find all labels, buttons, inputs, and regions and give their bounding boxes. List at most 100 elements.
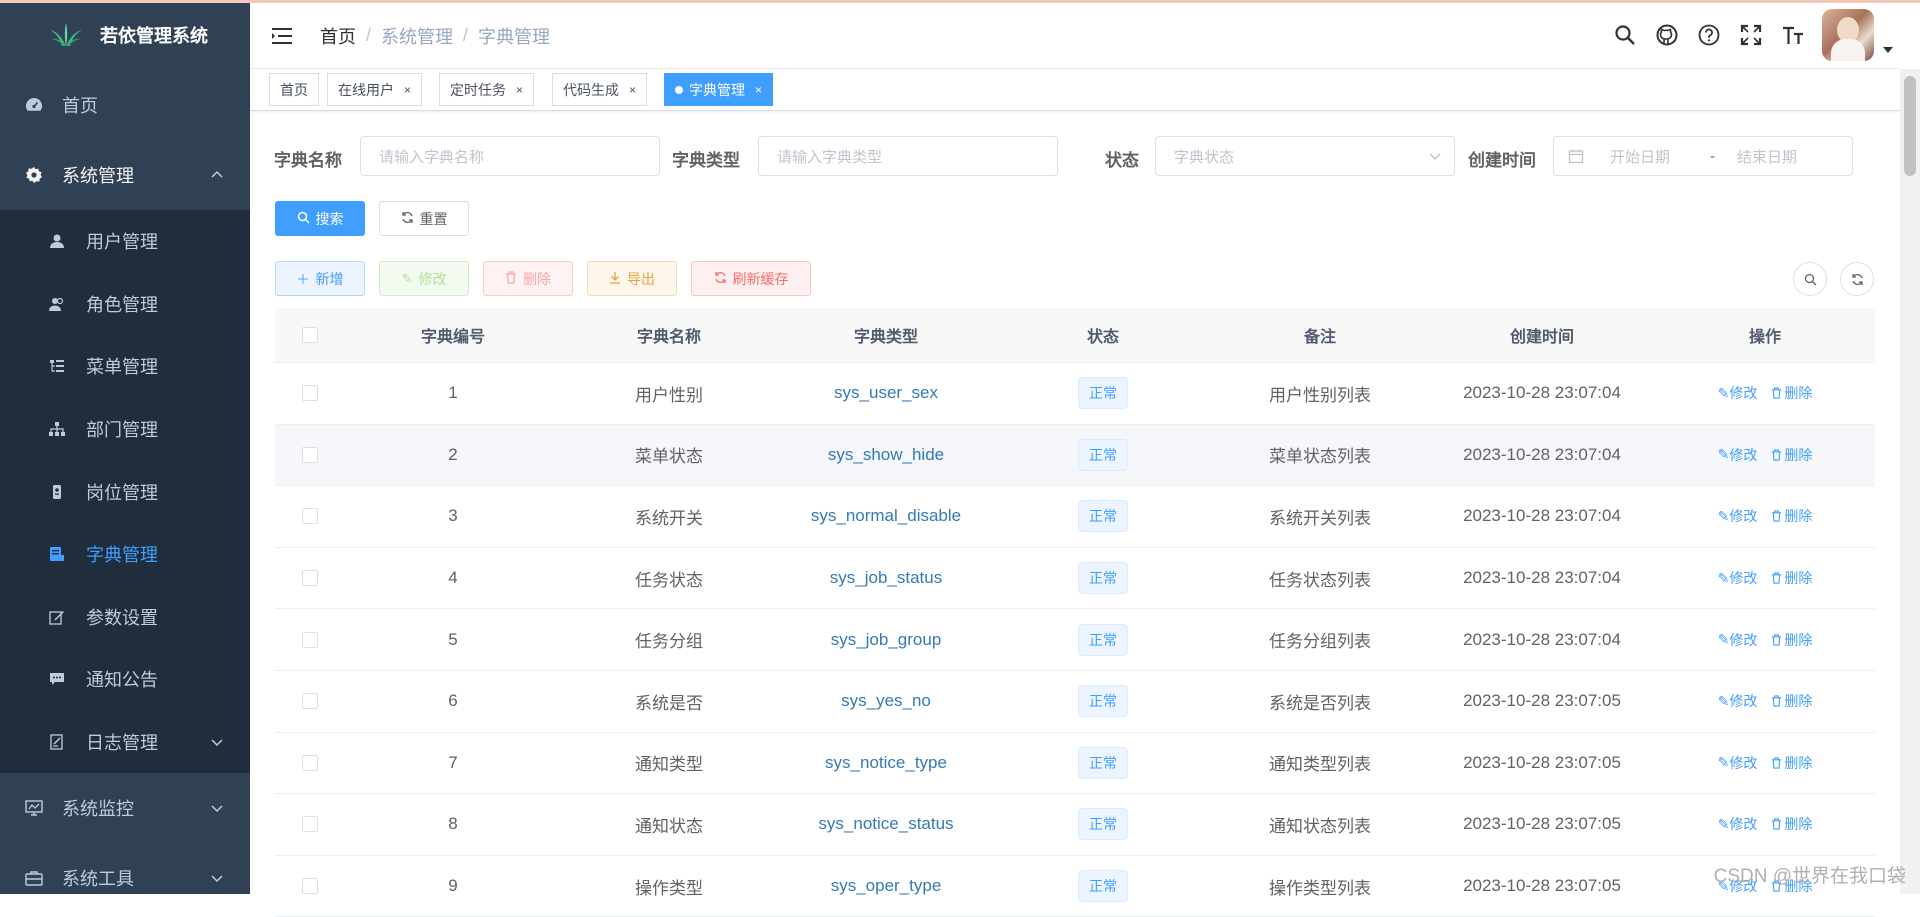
row-checkbox[interactable] — [302, 508, 318, 524]
tag-home[interactable]: 首页 — [269, 73, 319, 106]
select-all-checkbox[interactable] — [302, 327, 318, 343]
sidebar-item-dept[interactable]: 部门管理 — [0, 398, 250, 461]
row-checkbox[interactable] — [302, 385, 318, 401]
tag-online-users[interactable]: 在线用户× — [327, 73, 422, 106]
sidebar-item-notice[interactable]: 通知公告 — [0, 648, 250, 711]
row-checkbox[interactable] — [302, 447, 318, 463]
cell-type-link[interactable]: sys_job_group — [831, 630, 942, 650]
avatar[interactable] — [1822, 9, 1874, 61]
app-logo[interactable]: 若依管理系统 — [0, 0, 250, 70]
row-checkbox[interactable] — [302, 816, 318, 832]
row-delete-button[interactable]: 删除 — [1771, 630, 1812, 650]
font-size-icon[interactable] — [1780, 22, 1806, 48]
row-delete-button[interactable]: 删除 — [1771, 506, 1812, 526]
row-edit-button[interactable]: ✎修改 — [1718, 753, 1758, 773]
col-header-remark[interactable]: 备注 — [1211, 308, 1429, 362]
help-icon[interactable] — [1696, 22, 1722, 48]
row-checkbox[interactable] — [302, 878, 318, 894]
col-header-name[interactable]: 字典名称 — [561, 308, 777, 362]
date-range-picker[interactable]: 开始日期 - 结束日期 — [1553, 136, 1853, 176]
row-delete-button[interactable]: 删除 — [1771, 753, 1812, 773]
sidebar-item-system[interactable]: 系统管理 — [0, 140, 250, 210]
status-select[interactable]: 字典状态 — [1155, 136, 1455, 176]
col-header-type[interactable]: 字典类型 — [777, 308, 995, 362]
table-row[interactable]: 5任务分组sys_job_group正常任务分组列表2023-10-28 23:… — [275, 609, 1875, 671]
close-icon[interactable]: × — [629, 83, 636, 97]
row-edit-button[interactable]: ✎修改 — [1718, 383, 1758, 403]
table-row[interactable]: 3系统开关sys_normal_disable正常系统开关列表2023-10-2… — [275, 486, 1875, 548]
col-header-id[interactable]: 字典编号 — [345, 308, 561, 362]
sidebar-item-home[interactable]: 首页 — [0, 70, 250, 140]
caret-down-icon[interactable] — [1882, 44, 1894, 56]
sidebar-item-dict[interactable]: 字典管理 — [0, 523, 250, 586]
table-row[interactable]: 2菜单状态sys_show_hide正常菜单状态列表2023-10-28 23:… — [275, 425, 1875, 487]
tag-dict-active[interactable]: 字典管理× — [664, 73, 773, 106]
row-delete-button[interactable]: 删除 — [1771, 691, 1812, 711]
sidebar-item-log[interactable]: 日志管理 — [0, 711, 250, 774]
dict-name-input[interactable]: 请输入字典名称 — [360, 136, 660, 176]
delete-button[interactable]: 删除 — [483, 261, 573, 296]
search-button[interactable]: 搜索 — [275, 201, 365, 236]
tag-scheduled-jobs[interactable]: 定时任务× — [439, 73, 534, 106]
table-row[interactable]: 7通知类型sys_notice_type正常通知类型列表2023-10-28 2… — [275, 733, 1875, 795]
cell-type-link[interactable]: sys_notice_type — [825, 753, 947, 773]
table-row[interactable]: 9操作类型sys_oper_type正常操作类型列表2023-10-28 23:… — [275, 856, 1875, 917]
refresh-cache-button[interactable]: 刷新缓存 — [691, 261, 811, 296]
table-row[interactable]: 6系统是否sys_yes_no正常系统是否列表2023-10-28 23:07:… — [275, 671, 1875, 733]
edit-icon: ✎ — [1718, 385, 1730, 402]
sidebar-item-post[interactable]: 岗位管理 — [0, 460, 250, 523]
sidebar-item-tool[interactable]: 系统工具 — [0, 843, 250, 913]
dict-type-input[interactable]: 请输入字典类型 — [758, 136, 1058, 176]
cell-type-link[interactable]: sys_job_status — [830, 568, 942, 588]
row-delete-button[interactable]: 删除 — [1771, 568, 1812, 588]
breadcrumb-home[interactable]: 首页 — [320, 23, 356, 49]
tree-icon — [48, 420, 66, 438]
edit-button[interactable]: ✎修改 — [379, 261, 469, 296]
row-checkbox[interactable] — [302, 632, 318, 648]
cell-type-link[interactable]: sys_show_hide — [828, 445, 944, 465]
refresh-table-button[interactable] — [1840, 262, 1874, 296]
row-edit-button[interactable]: ✎修改 — [1718, 814, 1758, 834]
scrollbar-thumb[interactable] — [1904, 76, 1916, 176]
col-header-status[interactable]: 状态 — [995, 308, 1211, 362]
reset-button[interactable]: 重置 — [379, 201, 469, 236]
close-icon[interactable]: × — [516, 83, 523, 97]
table-row[interactable]: 8通知状态sys_notice_status正常通知状态列表2023-10-28… — [275, 794, 1875, 856]
add-button[interactable]: ＋新增 — [275, 261, 365, 296]
sidebar-item-menu[interactable]: 菜单管理 — [0, 335, 250, 398]
row-edit-button[interactable]: ✎修改 — [1718, 630, 1758, 650]
table-row[interactable]: 4任务状态sys_job_status正常任务状态列表2023-10-28 23… — [275, 548, 1875, 610]
close-icon[interactable]: × — [404, 83, 411, 97]
row-delete-button[interactable]: 删除 — [1771, 445, 1812, 465]
cell-type-link[interactable]: sys_normal_disable — [811, 506, 961, 526]
search-icon[interactable] — [1612, 22, 1638, 48]
row-edit-button[interactable]: ✎修改 — [1718, 506, 1758, 526]
row-checkbox[interactable] — [302, 755, 318, 771]
sidebar-item-monitor[interactable]: 系统监控 — [0, 773, 250, 843]
cell-remark: 通知类型列表 — [1211, 733, 1429, 794]
sidebar-item-role[interactable]: 角色管理 — [0, 273, 250, 336]
toggle-search-button[interactable] — [1793, 262, 1827, 296]
row-delete-button[interactable]: 删除 — [1771, 383, 1812, 403]
close-icon[interactable]: × — [755, 83, 762, 97]
row-checkbox[interactable] — [302, 693, 318, 709]
table-row[interactable]: 1用户性别sys_user_sex正常用户性别列表2023-10-28 23:0… — [275, 363, 1875, 425]
sidebar-item-config[interactable]: 参数设置 — [0, 586, 250, 649]
row-checkbox[interactable] — [302, 570, 318, 586]
row-edit-button[interactable]: ✎修改 — [1718, 445, 1758, 465]
tag-code-gen[interactable]: 代码生成× — [552, 73, 647, 106]
page-scrollbar[interactable] — [1900, 69, 1920, 894]
sidebar-item-user[interactable]: 用户管理 — [0, 210, 250, 273]
row-delete-button[interactable]: 删除 — [1771, 814, 1812, 834]
cell-type-link[interactable]: sys_user_sex — [834, 383, 938, 403]
github-icon[interactable] — [1654, 22, 1680, 48]
row-edit-button[interactable]: ✎修改 — [1718, 691, 1758, 711]
fullscreen-icon[interactable] — [1738, 22, 1764, 48]
col-header-created[interactable]: 创建时间 — [1429, 308, 1655, 362]
row-edit-button[interactable]: ✎修改 — [1718, 568, 1758, 588]
export-button[interactable]: 导出 — [587, 261, 677, 296]
cell-type-link[interactable]: sys_yes_no — [841, 691, 931, 711]
cell-type-link[interactable]: sys_notice_status — [818, 814, 953, 834]
cell-type-link[interactable]: sys_oper_type — [831, 876, 942, 896]
hamburger-icon[interactable] — [270, 24, 294, 48]
